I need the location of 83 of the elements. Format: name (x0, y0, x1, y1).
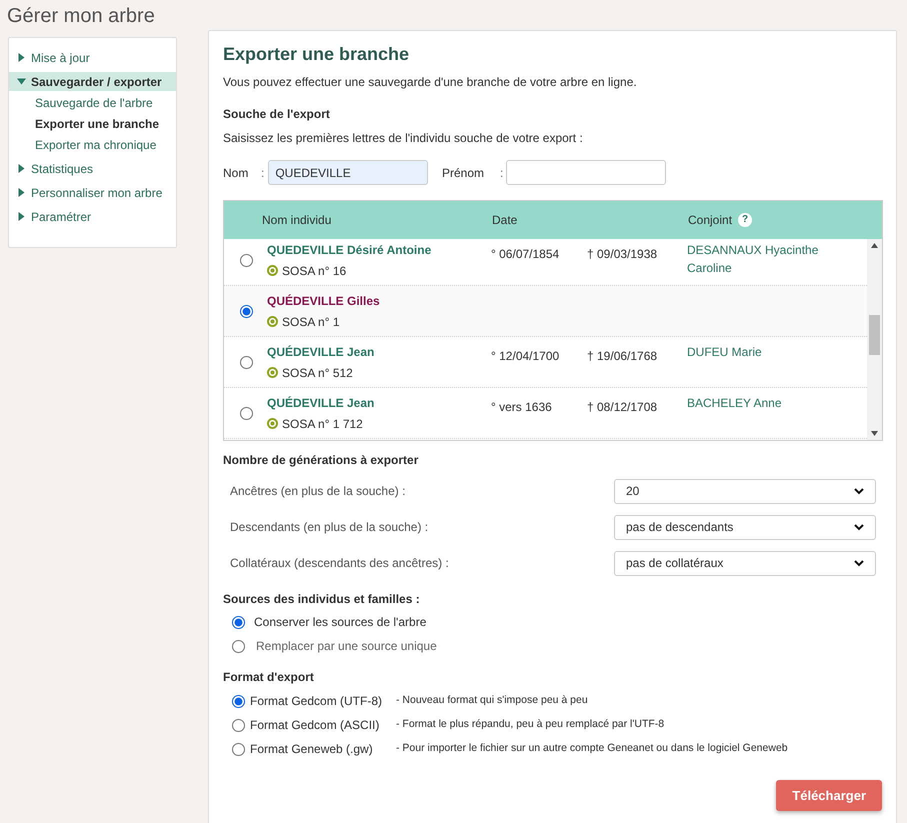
sidebar-subitem[interactable]: Exporter une branche (9, 115, 176, 133)
dropdown[interactable]: 20 (614, 478, 876, 504)
format-note: - Format le plus répandu, peu à peu remplacé par l'UTF-8 (396, 717, 664, 732)
hint-text: Saisissez les premières lettres de l'individu souche de votre export : (223, 130, 584, 147)
radio-button[interactable] (232, 718, 245, 732)
section-heading: Souche de l'export (223, 106, 331, 123)
scroll-thumb[interactable] (869, 314, 880, 354)
sosa-number: SOSA n° 1 (282, 314, 340, 330)
spouse-name[interactable]: BACHELEY Anne (687, 394, 837, 412)
dropdown[interactable]: pas de collatéraux (614, 550, 876, 576)
format-note: - Nouveau format qui s'impose peu à peu (396, 693, 588, 708)
target-icon (267, 316, 278, 327)
row-radio[interactable] (240, 254, 253, 266)
field-separator: : (500, 164, 504, 182)
radio-button[interactable] (232, 640, 245, 652)
death-date: † 19/06/1768 (587, 348, 658, 365)
person-name[interactable]: QUEDEVILLE Désiré Antoine (267, 240, 491, 258)
section-heading: Sources des individus et familles : (223, 591, 421, 608)
caret-right-icon (17, 53, 26, 62)
scroll-up-icon[interactable] (871, 243, 878, 248)
scroll-down-icon[interactable] (871, 431, 878, 436)
death-date: † 08/12/1708 (587, 399, 658, 416)
sosa-number: SOSA n° 1 712 (282, 416, 363, 432)
table-row[interactable]: QUÉDEVILLE Gilles SOSA n° 1 (224, 286, 867, 337)
caret-right-icon (17, 212, 26, 221)
radio-button[interactable] (232, 694, 245, 708)
person-name[interactable]: QUÉDEVILLE Gilles (267, 292, 491, 310)
column-header: Nom individu (262, 212, 332, 229)
option-label: Ancêtres (en plus de la souche) : (230, 483, 406, 500)
caret-right-icon (17, 188, 26, 197)
birth-date: ° 06/07/1854 (491, 246, 560, 263)
target-icon (267, 367, 278, 378)
field-separator: : (261, 164, 264, 182)
row-radio[interactable] (240, 356, 253, 368)
death-date: † 09/03/1938 (587, 246, 658, 263)
radio-label[interactable]: Conserver les sources de l'arbre (254, 613, 426, 631)
column-header: Conjoint (688, 212, 732, 229)
birth-date: ° vers 1636 (491, 399, 553, 416)
page-title: Gérer mon arbre (7, 4, 155, 28)
chevron-down-icon (854, 560, 864, 566)
target-icon (267, 265, 278, 276)
chevron-down-icon (854, 524, 864, 530)
spouse-name[interactable]: DUFEU Marie (687, 343, 837, 361)
spouse-name[interactable]: DESANNAUX Hyacinthe Caroline (687, 241, 837, 277)
column-header: Date (492, 212, 518, 229)
sosa-number: SOSA n° 16 (282, 262, 346, 280)
sidebar-item[interactable]: Paramétrer (9, 207, 176, 226)
target-icon (267, 418, 278, 429)
format-note: - Pour importer le fichier sur un autre compte Geneanet ou dans le logiciel Geneweb (396, 741, 788, 756)
help-icon[interactable]: ? (738, 213, 752, 227)
radio-label[interactable]: Format Gedcom (UTF-8) (250, 692, 396, 710)
section-heading: Nombre de générations à exporter (223, 452, 420, 469)
field-label: Prénom (442, 164, 486, 182)
sosa-number: SOSA n° 512 (282, 364, 353, 382)
sidebar-subitem[interactable]: Sauvegarde de l'arbre (9, 94, 176, 112)
person-name[interactable]: QUÉDEVILLE Jean (267, 342, 491, 360)
text-field[interactable]: QUEDEVILLE (268, 160, 428, 185)
radio-label[interactable]: Remplacer par une source unique (256, 637, 437, 655)
chevron-down-icon (854, 488, 864, 494)
sidebar-item[interactable]: Sauvegarder / exporter (9, 72, 176, 91)
caret-down-icon (17, 77, 26, 86)
sidebar-item[interactable]: Mise à jour (9, 48, 176, 67)
caret-right-icon (17, 164, 26, 173)
option-label: Descendants (en plus de la souche) : (230, 519, 428, 536)
row-radio[interactable] (240, 406, 253, 420)
radio-label[interactable]: Format Gedcom (ASCII) (250, 716, 396, 734)
field-label: Nom (223, 164, 250, 182)
radio-label[interactable]: Format Geneweb (.gw) (250, 740, 396, 758)
intro-text: Vous pouvez effectuer une sauvegarde d'une branche de votre arbre en ligne. (223, 74, 638, 91)
person-name[interactable]: QUÉDEVILLE Jean (267, 394, 491, 412)
sidebar-item[interactable]: Personnaliser mon arbre (9, 183, 176, 202)
dropdown[interactable]: pas de descendants (614, 514, 876, 540)
text-field[interactable] (506, 160, 666, 185)
section-heading: Format d'export (223, 669, 315, 686)
sidebar-subitem[interactable]: Exporter ma chronique (9, 136, 176, 154)
scrollbar[interactable] (867, 239, 882, 440)
radio-button[interactable] (232, 742, 245, 756)
birth-date: ° 12/04/1700 (491, 348, 560, 365)
option-label: Collatéraux (descendants des ancêtres) : (230, 555, 449, 572)
radio-button[interactable] (232, 616, 245, 628)
sidebar-item[interactable]: Statistiques (9, 159, 176, 178)
panel-title: Exporter une branche (223, 43, 410, 65)
row-radio[interactable] (240, 304, 253, 318)
